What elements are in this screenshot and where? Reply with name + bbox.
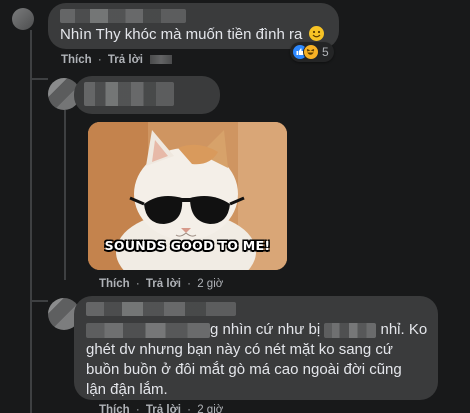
comment-text-content: Nhìn Thy khóc mà muốn tiền đình ra bbox=[60, 26, 303, 43]
reply-name-bubble bbox=[74, 76, 220, 114]
separator: · bbox=[135, 278, 140, 290]
like-button[interactable]: Thích bbox=[99, 278, 130, 290]
reply-button[interactable]: Trả lời bbox=[146, 278, 181, 290]
author-name-blurred[interactable] bbox=[84, 82, 174, 106]
timestamp-blurred bbox=[150, 55, 173, 65]
separator: · bbox=[187, 404, 191, 413]
blurred-text bbox=[324, 322, 377, 338]
comment-text-line: lận đận lắm. bbox=[86, 381, 168, 398]
comment-bubble: g nhìn cứ như bị nhỉ. Ko ghét dv nhưng b… bbox=[74, 296, 438, 400]
author-name-blurred[interactable] bbox=[86, 302, 236, 316]
like-button[interactable]: Thích bbox=[61, 54, 92, 66]
reply-button[interactable]: Trả lời bbox=[146, 404, 181, 413]
comment-text-line: buồn buồn ở đôi mắt gò má cao ngoài đời … bbox=[86, 361, 402, 378]
comment-text-segment: g nhìn cứ như bị bbox=[210, 321, 321, 338]
timestamp[interactable]: 2 giờ bbox=[197, 404, 223, 413]
comment-text: Nhìn Thy khóc mà muốn tiền đình ra bbox=[60, 25, 324, 45]
timestamp[interactable]: 2 giờ bbox=[197, 278, 223, 290]
comment-actions: Thích · Trả lời bbox=[61, 54, 173, 66]
blurred-text bbox=[86, 322, 210, 338]
separator: · bbox=[135, 404, 140, 413]
reply-button[interactable]: Trả lời bbox=[108, 54, 143, 66]
like-button[interactable]: Thích bbox=[99, 404, 130, 413]
comment-text-line: ghét dv nhưng bạn này có nét mặt ko sang… bbox=[86, 341, 393, 358]
separator: · bbox=[97, 54, 102, 66]
separator: · bbox=[187, 278, 191, 290]
reply-actions: Thích · Trả lời · 2 giờ bbox=[99, 404, 223, 413]
reaction-count: 5 bbox=[322, 45, 329, 59]
comment-text-line: g nhìn cứ như bị nhỉ. Ko bbox=[86, 320, 427, 340]
haha-reaction-icon bbox=[303, 44, 319, 60]
comment-text-segment: nhỉ. Ko bbox=[380, 321, 428, 338]
author-name-blurred[interactable] bbox=[60, 9, 186, 23]
thread-line bbox=[30, 30, 32, 413]
thread-line-nested bbox=[64, 110, 66, 280]
smile-emoji-icon bbox=[308, 26, 324, 41]
thread-connector bbox=[30, 300, 48, 302]
gif-caption: SOUNDS GOOD TO ME! bbox=[104, 238, 271, 253]
gif-attachment[interactable]: SOUNDS GOOD TO ME! bbox=[88, 122, 287, 270]
reply-actions: Thích · Trả lời · 2 giờ bbox=[99, 278, 223, 290]
reaction-summary[interactable]: 5 bbox=[290, 42, 334, 62]
avatar[interactable] bbox=[12, 8, 34, 30]
thread-connector bbox=[30, 78, 48, 80]
